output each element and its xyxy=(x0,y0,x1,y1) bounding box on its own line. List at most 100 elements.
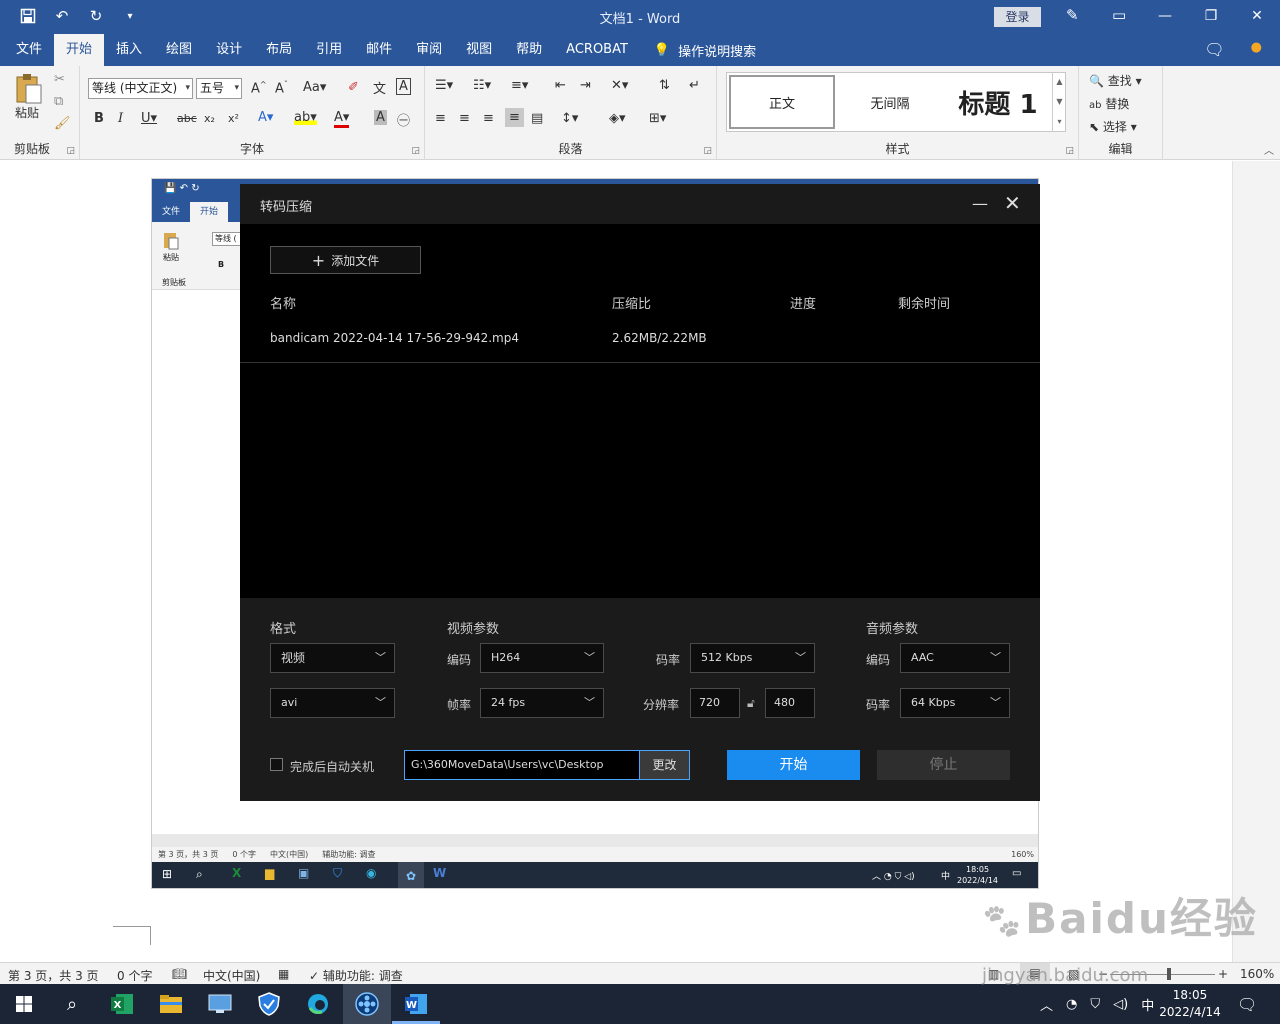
show-marks-icon[interactable]: ↵ xyxy=(689,78,700,93)
close-button[interactable]: ✕ xyxy=(1234,0,1280,32)
multilevel-list-icon[interactable]: ≡▾ xyxy=(511,78,528,93)
word-count[interactable]: 0 个字 xyxy=(117,967,152,984)
bold-icon[interactable]: B xyxy=(94,111,104,126)
proofing-icon[interactable]: 📖︎ xyxy=(172,967,187,981)
align-left-icon[interactable]: ≡ xyxy=(435,111,446,126)
remote-desktop-icon[interactable] xyxy=(196,984,244,1024)
video-codec-select[interactable]: H264 ﹀ xyxy=(480,643,604,673)
format-painter-icon[interactable]: 🖌 xyxy=(54,116,71,131)
transcoder-app-icon[interactable] xyxy=(343,984,391,1024)
superscript-icon[interactable]: x² xyxy=(228,112,239,125)
action-center-icon[interactable]: 🗨 xyxy=(1237,984,1257,1024)
strikethrough-icon[interactable]: abc xyxy=(177,112,197,125)
container-select[interactable]: avi ﹀ xyxy=(270,688,395,718)
character-shading-icon[interactable]: A xyxy=(374,110,387,125)
highlight-icon[interactable]: ab▾ xyxy=(294,110,317,125)
output-path-input[interactable]: G:\360MoveData\Users\vc\Desktop xyxy=(404,750,640,780)
increase-indent-icon[interactable]: ⇥ xyxy=(580,78,591,93)
ime-indicator[interactable]: 中 xyxy=(1141,995,1154,1014)
macro-icon[interactable]: ▦ xyxy=(278,967,289,981)
word-app-icon[interactable]: W xyxy=(392,984,440,1024)
dialog-title-bar[interactable]: 转码压缩 — ✕ xyxy=(240,184,1040,224)
select-button[interactable]: ⬉ 选择 ▾ xyxy=(1089,118,1137,135)
page-count[interactable]: 第 3 页，共 3 页 xyxy=(8,967,99,984)
styles-launcher-icon[interactable]: ◲ xyxy=(1065,146,1074,156)
start-button[interactable]: 开始 xyxy=(727,750,860,780)
network-icon[interactable]: ◔ xyxy=(1066,997,1077,1012)
clock[interactable]: 18:05 2022/4/14 xyxy=(1158,987,1222,1021)
numbering-icon[interactable]: ☷▾ xyxy=(473,78,491,93)
find-button[interactable]: 🔍 查找 ▾ xyxy=(1089,72,1142,89)
styles-scroll[interactable]: ▲ ▼ ▾ xyxy=(1052,72,1066,132)
zoom-slider-thumb[interactable] xyxy=(1167,968,1171,980)
copy-icon[interactable]: ⧉ xyxy=(54,94,63,109)
shading-icon[interactable]: ◈▾ xyxy=(609,111,626,126)
stop-button[interactable]: 停止 xyxy=(877,750,1010,780)
tray-shield-icon[interactable]: ⛉ xyxy=(1090,997,1100,1012)
accessibility[interactable]: ✓ 辅助功能: 调查 xyxy=(309,967,403,984)
justify-icon[interactable]: ≡ xyxy=(505,108,524,127)
font-name-combo[interactable]: 等线 (中文正文) ▾ xyxy=(88,78,193,99)
excel-icon[interactable]: X xyxy=(98,984,146,1024)
tab-mailings[interactable]: 邮件 xyxy=(354,34,404,66)
underline-icon[interactable]: U▾ xyxy=(141,111,157,126)
enclosed-character-icon[interactable]: ㊀ xyxy=(397,110,410,129)
auto-shutdown-checkbox[interactable] xyxy=(270,758,283,771)
login-button[interactable]: 登录 xyxy=(994,7,1041,27)
bullets-icon[interactable]: ☰▾ xyxy=(435,78,453,93)
tab-references[interactable]: 引用 xyxy=(304,34,354,66)
tab-draw[interactable]: 绘图 xyxy=(154,34,204,66)
search-icon[interactable]: ⌕ xyxy=(48,984,96,1024)
shrink-font-icon[interactable]: Aˇ xyxy=(275,80,288,96)
resolution-height-input[interactable]: 480 xyxy=(765,688,815,718)
tab-help[interactable]: 帮助 xyxy=(504,34,554,66)
tab-home[interactable]: 开始 xyxy=(54,34,105,66)
video-bitrate-select[interactable]: 512 Kbps ﹀ xyxy=(690,643,815,673)
collapse-ribbon-icon[interactable]: ︿ xyxy=(1264,142,1274,157)
security-shield-icon[interactable] xyxy=(245,984,293,1024)
edge-icon[interactable] xyxy=(294,984,342,1024)
distributed-icon[interactable]: ▤ xyxy=(531,111,543,126)
font-color-icon[interactable]: A▾ xyxy=(334,110,350,128)
format-type-select[interactable]: 视频 ﹀ xyxy=(270,643,395,673)
audio-codec-select[interactable]: AAC ﹀ xyxy=(900,643,1010,673)
tab-file[interactable]: 文件 xyxy=(4,34,54,66)
tab-review[interactable]: 审阅 xyxy=(404,34,454,66)
tab-design[interactable]: 设计 xyxy=(204,34,254,66)
clear-formatting-icon[interactable]: ✐ xyxy=(348,80,359,95)
decrease-indent-icon[interactable]: ⇤ xyxy=(555,78,566,93)
cut-icon[interactable]: ✂ xyxy=(54,72,65,87)
pen-icon[interactable]: ✎ xyxy=(1066,6,1079,24)
italic-icon[interactable]: I xyxy=(118,111,123,126)
volume-icon[interactable]: ◁) xyxy=(1113,997,1128,1012)
tab-acrobat[interactable]: ACROBAT xyxy=(554,34,640,66)
style-heading-1[interactable]: 标题 1 xyxy=(945,75,1051,129)
style-normal[interactable]: 正文 xyxy=(729,75,835,129)
align-right-icon[interactable]: ≡ xyxy=(483,111,494,126)
ribbon-display-options-icon[interactable]: ▭ xyxy=(1112,6,1126,24)
tab-insert[interactable]: 插入 xyxy=(104,34,154,66)
align-center-icon[interactable]: ≡ xyxy=(459,111,470,126)
clipboard-launcher-icon[interactable]: ◲ xyxy=(66,146,75,156)
borders-icon[interactable]: ⊞▾ xyxy=(649,111,666,126)
font-size-combo[interactable]: 五号 ▾ xyxy=(196,78,242,99)
tab-layout[interactable]: 布局 xyxy=(254,34,304,66)
change-path-button[interactable]: 更改 xyxy=(640,750,690,780)
chinese-layout-icon[interactable]: ✕▾ xyxy=(611,78,628,93)
show-hidden-icons-icon[interactable]: ︿ xyxy=(1040,995,1053,1014)
change-case-icon[interactable]: Aa▾ xyxy=(303,80,326,95)
vertical-scrollbar[interactable] xyxy=(1232,161,1280,962)
start-icon[interactable] xyxy=(0,984,48,1024)
audio-bitrate-select[interactable]: 64 Kbps ﹀ xyxy=(900,688,1010,718)
paragraph-launcher-icon[interactable]: ◲ xyxy=(703,146,712,156)
restore-button[interactable]: ❐ xyxy=(1188,0,1234,32)
phonetic-guide-icon[interactable]: 文 xyxy=(373,78,386,97)
sort-icon[interactable]: ⇅ xyxy=(659,78,670,93)
grow-font-icon[interactable]: A^ xyxy=(251,80,267,96)
dialog-close-button[interactable]: ✕ xyxy=(1004,191,1021,215)
style-no-spacing[interactable]: 无间隔 xyxy=(837,75,943,129)
lock-icon[interactable]: 🔓︎ xyxy=(747,696,755,711)
tell-me-search[interactable]: 💡 操作说明搜索 xyxy=(640,41,756,60)
replace-button[interactable]: ab 替换 xyxy=(1089,95,1129,112)
add-file-button[interactable]: + 添加文件 xyxy=(270,246,421,274)
